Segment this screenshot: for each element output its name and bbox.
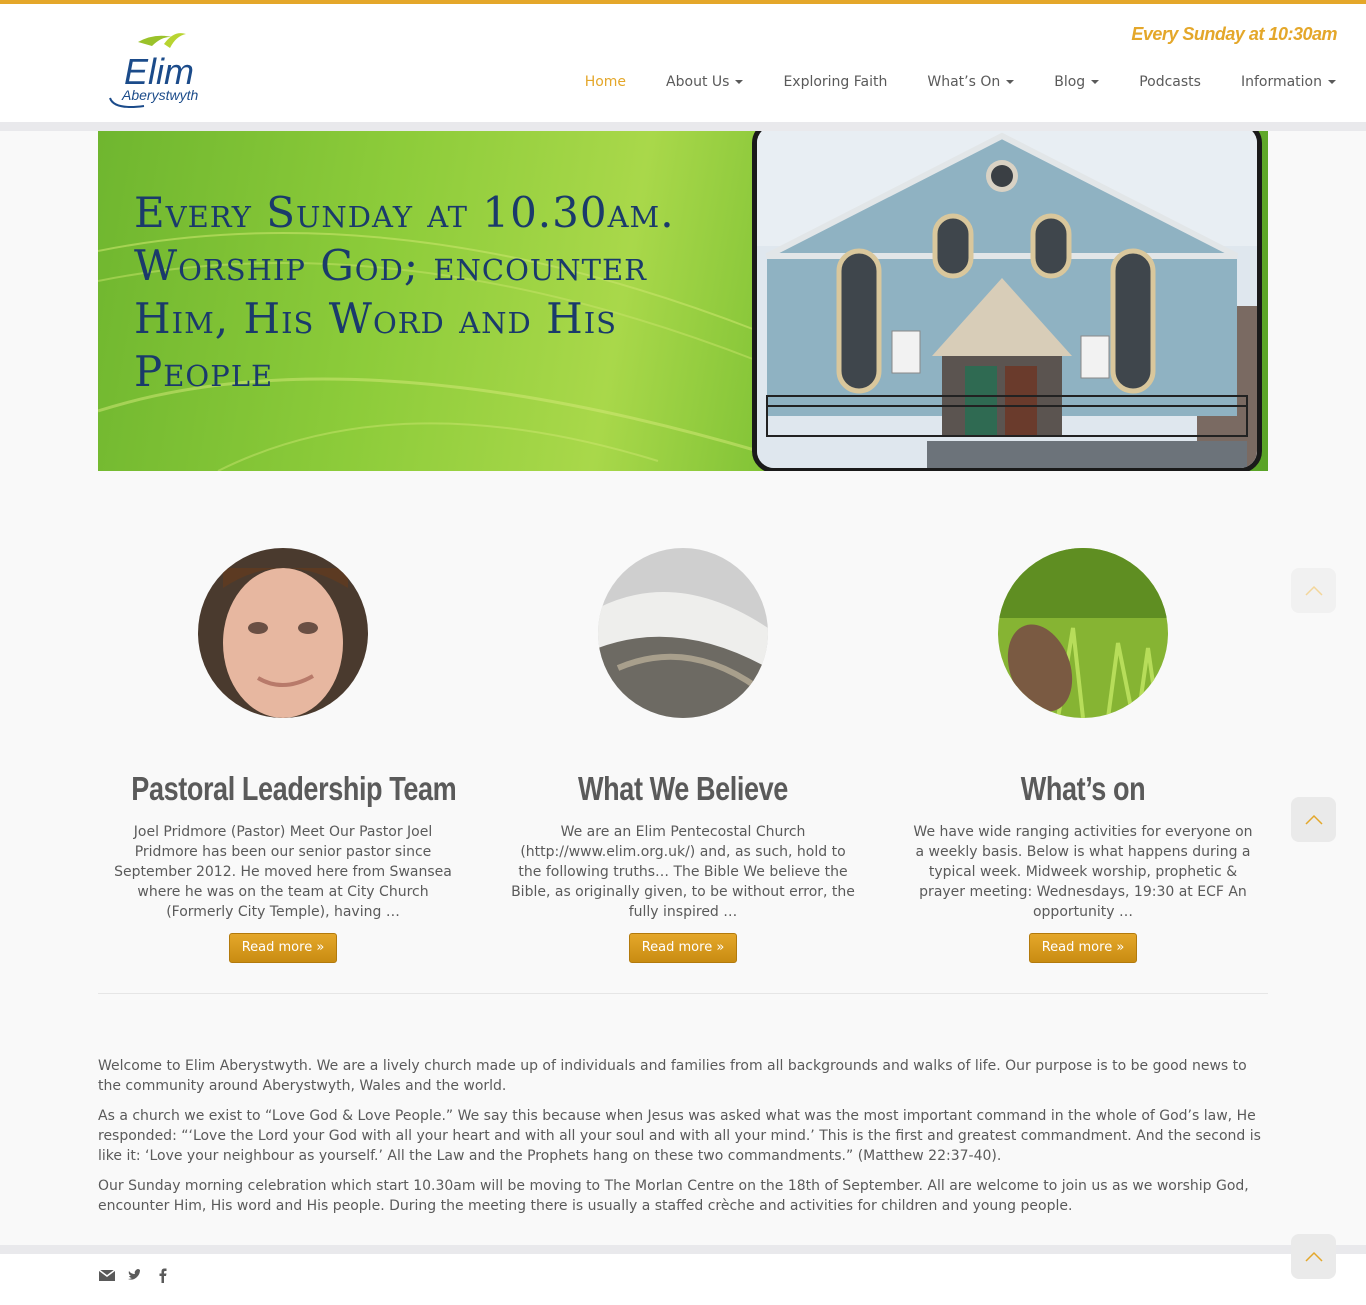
caret-down-icon xyxy=(1006,80,1015,84)
twitter-icon[interactable] xyxy=(126,1266,144,1284)
nav-podcasts[interactable]: Podcasts xyxy=(1139,74,1201,90)
nav-information-label: Information xyxy=(1240,74,1322,90)
hero-line-2: Worship God; encounter xyxy=(134,241,648,290)
feature-column-beliefs: What We Believe We are an Elim Pentecost… xyxy=(498,548,868,963)
service-tagline: Every Sunday at 10:30am xyxy=(1131,24,1337,44)
read-more-button[interactable]: Read more » xyxy=(228,933,338,963)
caret-down-icon xyxy=(735,80,744,84)
footer-shadow xyxy=(0,1245,1366,1254)
main-nav: Home About Us Exploring Faith What’s On … xyxy=(545,74,1336,90)
feature-column-whats-on: What’s on We have wide ranging activitie… xyxy=(898,548,1268,963)
pastor-photo[interactable] xyxy=(198,548,368,718)
back-to-top-button[interactable] xyxy=(1291,1234,1336,1279)
mission-paragraph: As a church we exist to “Love God & Love… xyxy=(98,1108,1261,1164)
chevron-up-icon xyxy=(1304,1251,1323,1262)
site-header: Elim Aberystwyth Every Sunday at 10:30am… xyxy=(0,4,1366,122)
caret-down-icon xyxy=(1328,80,1336,84)
elim-logo[interactable]: Elim Aberystwyth xyxy=(104,24,214,114)
logo-sub: Aberystwyth xyxy=(121,87,198,103)
nav-about-label: About Us xyxy=(666,74,730,90)
feature-title: What’s on xyxy=(1020,770,1146,807)
site-footer xyxy=(0,1254,1366,1305)
hero-line-3: Him, His Word and His xyxy=(134,294,618,343)
nav-home-label: Home xyxy=(584,74,627,90)
nav-whats-on[interactable]: What’s On xyxy=(927,74,1015,90)
envelope-icon[interactable] xyxy=(98,1266,116,1284)
nav-exploring-faith[interactable]: Exploring Faith xyxy=(783,74,887,90)
nav-exploring-label: Exploring Faith xyxy=(783,74,888,90)
social-links xyxy=(98,1266,172,1284)
nav-about-us[interactable]: About Us xyxy=(666,74,744,90)
hero-line-4: People xyxy=(134,347,274,396)
welcome-paragraph: Welcome to Elim Aberystwyth. We are a li… xyxy=(98,1058,1247,1094)
section-divider xyxy=(98,993,1268,994)
hero-line-1: Every Sunday at 10.30am. xyxy=(134,188,675,237)
feature-column-pastoral: Pastoral Leadership Team Joel Pridmore (… xyxy=(98,548,468,963)
nav-podcasts-label: Podcasts xyxy=(1139,74,1201,90)
caret-down-icon xyxy=(1091,80,1100,84)
grass-shoe-photo[interactable] xyxy=(998,548,1168,718)
nav-information[interactable]: Information xyxy=(1241,74,1336,90)
feature-excerpt: Joel Pridmore (Pastor) Meet Our Pastor J… xyxy=(114,824,452,920)
scroll-up-button[interactable] xyxy=(1291,797,1336,842)
nav-whatson-label: What’s On xyxy=(927,74,1001,90)
chevron-up-icon xyxy=(1304,814,1323,825)
read-more-button[interactable]: Read more » xyxy=(1028,933,1138,963)
church-building-photo xyxy=(752,131,1262,471)
feature-excerpt: We have wide ranging activities for ever… xyxy=(913,824,1253,920)
read-more-button[interactable]: Read more » xyxy=(628,933,738,963)
welcome-content: Welcome to Elim Aberystwyth. We are a li… xyxy=(98,1056,1268,1226)
feature-title: What We Believe xyxy=(578,770,788,807)
logo-brand: Elim xyxy=(124,51,194,92)
hero-banner[interactable]: Every Sunday at 10.30am. Worship God; en… xyxy=(98,131,1268,471)
nav-blog-label: Blog xyxy=(1054,74,1086,90)
feature-title: Pastoral Leadership Team xyxy=(131,770,457,807)
sunday-paragraph: Our Sunday morning celebration which sta… xyxy=(98,1178,1249,1214)
scroll-up-button[interactable] xyxy=(1291,568,1336,613)
facebook-icon[interactable] xyxy=(154,1266,172,1284)
feature-excerpt: We are an Elim Pentecostal Church (http:… xyxy=(511,824,855,920)
chevron-up-icon xyxy=(1304,585,1323,596)
nav-home[interactable]: Home xyxy=(585,74,626,90)
hero-headline: Every Sunday at 10.30am. Worship God; en… xyxy=(134,186,754,398)
header-shadow xyxy=(0,122,1366,131)
nav-blog[interactable]: Blog xyxy=(1054,74,1100,90)
feature-columns: Pastoral Leadership Team Joel Pridmore (… xyxy=(98,548,1268,968)
bible-photo[interactable] xyxy=(598,548,768,718)
